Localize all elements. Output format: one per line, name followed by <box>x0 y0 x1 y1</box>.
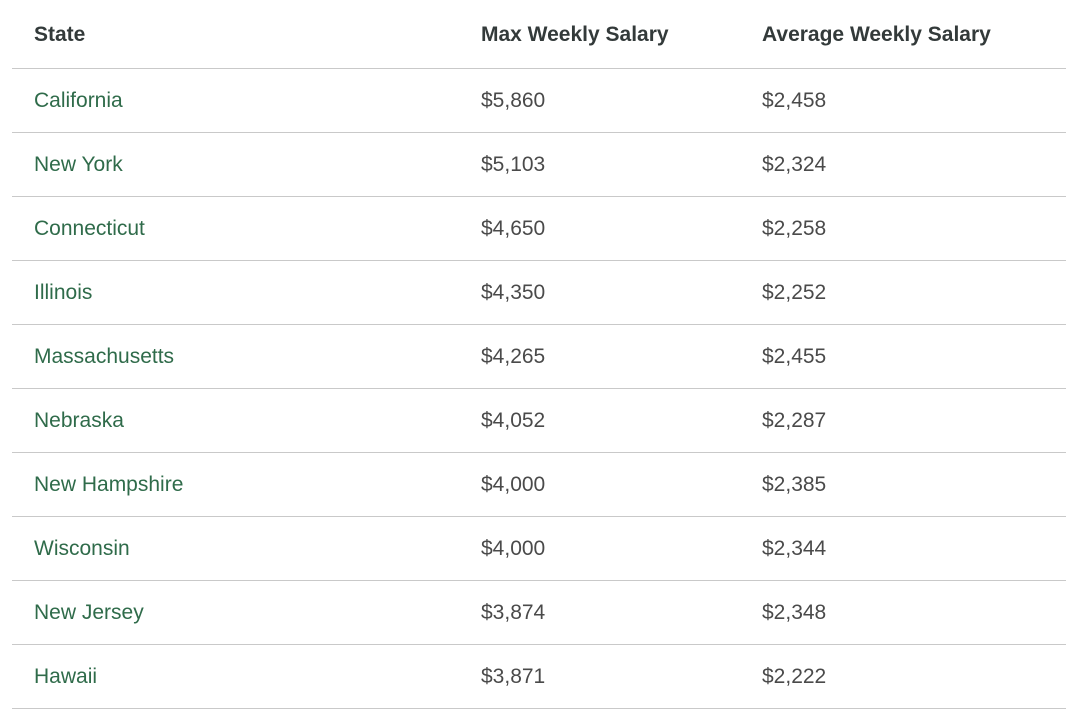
table-row: Nebraska $4,052 $2,287 <box>12 388 1066 453</box>
salary-table: State Max Weekly Salary Average Weekly S… <box>12 0 1066 709</box>
table-row: New Jersey $3,874 $2,348 <box>12 580 1066 645</box>
state-link[interactable]: Illinois <box>12 260 481 325</box>
state-link[interactable]: Massachusetts <box>12 324 481 389</box>
table-header-row: State Max Weekly Salary Average Weekly S… <box>12 0 1066 69</box>
average-weekly-salary: $2,287 <box>762 388 1066 453</box>
max-weekly-salary: $4,000 <box>481 452 762 517</box>
max-weekly-salary: $4,350 <box>481 260 762 325</box>
table-row: Illinois $4,350 $2,252 <box>12 260 1066 325</box>
average-weekly-salary: $2,348 <box>762 580 1066 645</box>
state-link[interactable]: Connecticut <box>12 196 481 261</box>
max-weekly-salary: $3,871 <box>481 644 762 709</box>
state-link[interactable]: California <box>12 68 481 133</box>
average-weekly-salary: $2,258 <box>762 196 1066 261</box>
table-row: Connecticut $4,650 $2,258 <box>12 196 1066 261</box>
max-weekly-salary: $4,650 <box>481 196 762 261</box>
header-max-weekly-salary: Max Weekly Salary <box>481 0 762 69</box>
max-weekly-salary: $4,052 <box>481 388 762 453</box>
header-state: State <box>12 0 481 69</box>
max-weekly-salary: $5,103 <box>481 132 762 197</box>
average-weekly-salary: $2,324 <box>762 132 1066 197</box>
average-weekly-salary: $2,385 <box>762 452 1066 517</box>
average-weekly-salary: $2,252 <box>762 260 1066 325</box>
state-link[interactable]: Hawaii <box>12 644 481 709</box>
max-weekly-salary: $4,000 <box>481 516 762 581</box>
max-weekly-salary: $3,874 <box>481 580 762 645</box>
table-row: Hawaii $3,871 $2,222 <box>12 644 1066 709</box>
max-weekly-salary: $5,860 <box>481 68 762 133</box>
table-row: Wisconsin $4,000 $2,344 <box>12 516 1066 581</box>
average-weekly-salary: $2,344 <box>762 516 1066 581</box>
average-weekly-salary: $2,455 <box>762 324 1066 389</box>
table-row: Massachusetts $4,265 $2,455 <box>12 324 1066 389</box>
salary-table-container: State Max Weekly Salary Average Weekly S… <box>12 0 1066 709</box>
state-link[interactable]: New Hampshire <box>12 452 481 517</box>
average-weekly-salary: $2,458 <box>762 68 1066 133</box>
average-weekly-salary: $2,222 <box>762 644 1066 709</box>
state-link[interactable]: Wisconsin <box>12 516 481 581</box>
table-row: New Hampshire $4,000 $2,385 <box>12 452 1066 517</box>
table-row: California $5,860 $2,458 <box>12 68 1066 133</box>
max-weekly-salary: $4,265 <box>481 324 762 389</box>
header-average-weekly-salary: Average Weekly Salary <box>762 0 1066 69</box>
state-link[interactable]: Nebraska <box>12 388 481 453</box>
state-link[interactable]: New York <box>12 132 481 197</box>
table-row: New York $5,103 $2,324 <box>12 132 1066 197</box>
state-link[interactable]: New Jersey <box>12 580 481 645</box>
